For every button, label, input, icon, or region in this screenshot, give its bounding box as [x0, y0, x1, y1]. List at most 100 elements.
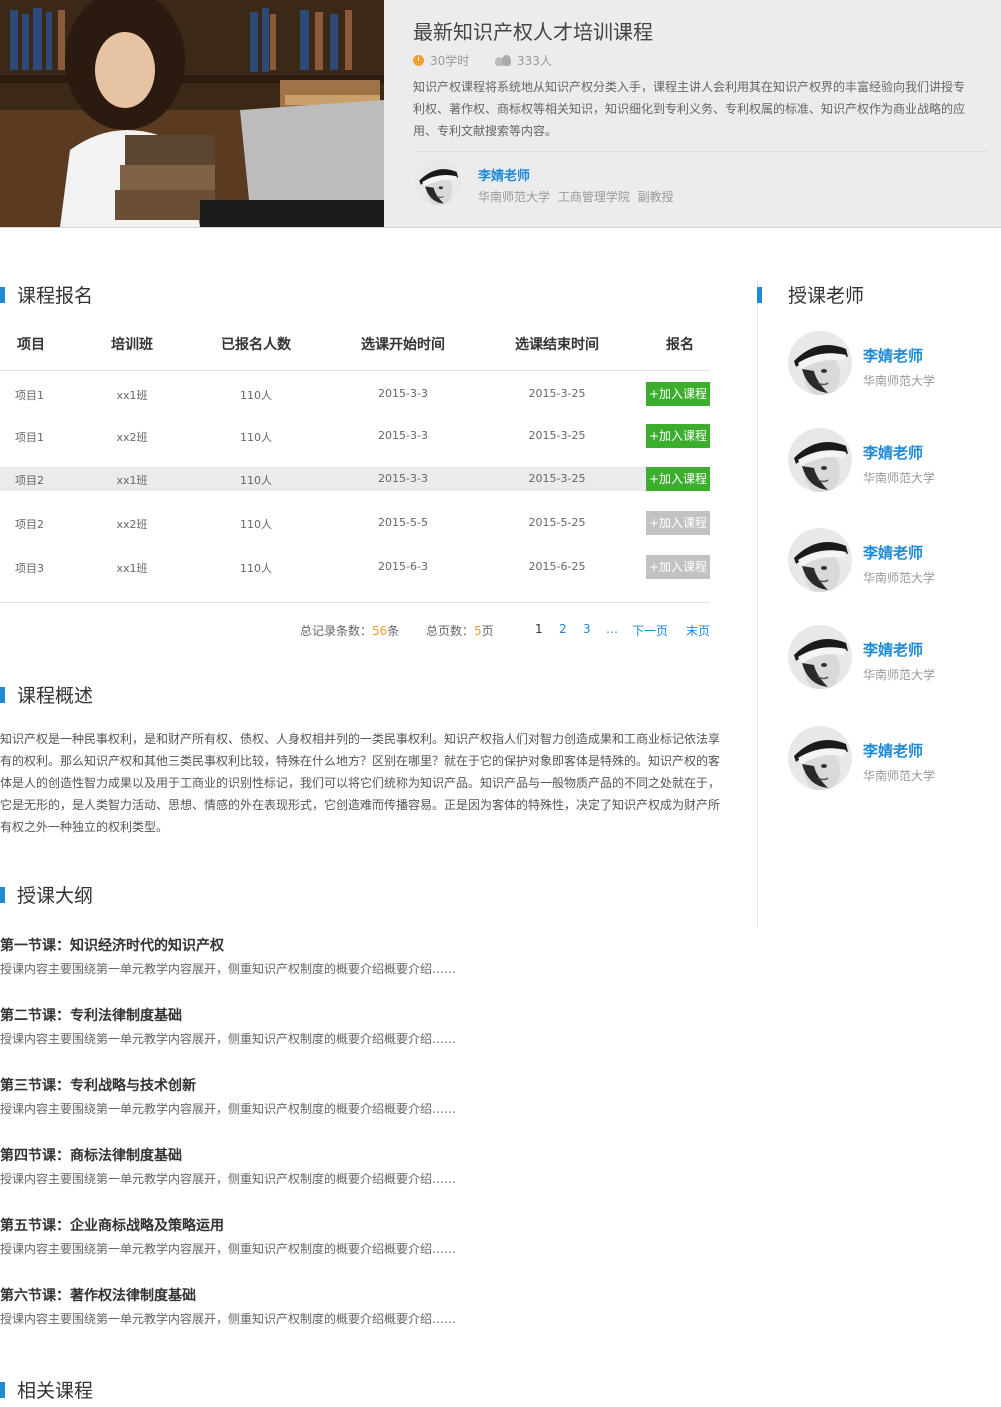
- divider: [413, 151, 988, 152]
- cell-end: 2015-3-25: [528, 472, 586, 485]
- cell-count: 110人: [240, 562, 272, 575]
- cell-count: 110人: [240, 518, 272, 531]
- join-course-button[interactable]: +加入课程: [646, 382, 710, 406]
- section-heading-related: 相关课程: [0, 1376, 93, 1403]
- join-course-button[interactable]: +加入课程: [646, 424, 710, 448]
- people-icon: [495, 55, 511, 66]
- lesson-title[interactable]: 第一节课：知识经济时代的知识产权: [0, 935, 224, 955]
- teacher-name-link[interactable]: 李婧老师: [478, 165, 530, 184]
- teacher-school: 华南师范大学: [863, 471, 936, 485]
- column-header: 项目: [17, 337, 45, 353]
- page-2-link[interactable]: 2: [559, 622, 567, 636]
- next-page-link[interactable]: 下一页: [632, 622, 668, 639]
- total-pages: 总页数：5页: [426, 624, 494, 638]
- teacher-avatar[interactable]: [788, 726, 852, 790]
- course-title: 最新知识产权人才培训课程: [413, 20, 653, 44]
- teacher-avatar[interactable]: [788, 528, 852, 592]
- lesson-title[interactable]: 第四节课：商标法律制度基础: [0, 1145, 182, 1165]
- column-header: 选课结束时间: [515, 337, 599, 353]
- teacher-avatar[interactable]: [788, 625, 852, 689]
- cell-start: 2015-5-5: [378, 516, 428, 529]
- table-row: 项目3 xx1班 110人 2015-6-3 2015-6-25 +加入课程: [0, 555, 710, 579]
- teacher-affiliation: 华南师范大学 工商管理学院 副教授: [478, 190, 674, 204]
- lesson-description: 授课内容主要围绕第一单元教学内容展开，侧重知识产权制度的概要介绍概要介绍……: [0, 1312, 457, 1326]
- teacher-school: 华南师范大学: [863, 769, 936, 783]
- cell-start: 2015-3-3: [378, 472, 428, 485]
- cell-class: xx2班: [116, 518, 148, 531]
- table-divider: [0, 370, 710, 371]
- cell-project: 项目2: [15, 474, 44, 487]
- column-header: 培训班: [111, 337, 153, 353]
- teacher-name-link[interactable]: 李婧老师: [863, 639, 923, 660]
- join-course-button[interactable]: +加入课程: [646, 511, 710, 535]
- teacher-avatar[interactable]: [415, 159, 461, 205]
- join-course-button[interactable]: +加入课程: [646, 467, 710, 491]
- teacher-name-link[interactable]: 李婧老师: [863, 740, 923, 761]
- page-1-link[interactable]: 1: [535, 622, 543, 636]
- heading-text: 相关课程: [17, 1380, 94, 1402]
- lesson-description: 授课内容主要围绕第一单元教学内容展开，侧重知识产权制度的概要介绍概要介绍……: [0, 962, 457, 976]
- cell-class: xx1班: [116, 562, 148, 575]
- teacher-school: 华南师范大学: [863, 571, 936, 585]
- cell-start: 2015-3-3: [378, 429, 428, 442]
- heading-marker: [0, 886, 5, 903]
- column-header: 报名: [666, 337, 694, 353]
- course-students: 333人: [495, 52, 552, 69]
- heading-marker: [0, 286, 5, 303]
- teacher-school: 华南师范大学: [863, 668, 936, 682]
- lesson-description: 授课内容主要围绕第一单元教学内容展开，侧重知识产权制度的概要介绍概要介绍……: [0, 1032, 457, 1046]
- heading-marker: [757, 286, 762, 303]
- cell-end: 2015-3-25: [528, 387, 586, 400]
- cell-project: 项目1: [15, 431, 44, 444]
- heading-marker: [0, 1381, 5, 1398]
- lesson-title[interactable]: 第三节课：专利战略与技术创新: [0, 1075, 196, 1095]
- lesson-description: 授课内容主要围绕第一单元教学内容展开，侧重知识产权制度的概要介绍概要介绍……: [0, 1102, 457, 1116]
- last-page-link[interactable]: 末页: [686, 622, 710, 639]
- heading-text: 课程概述: [17, 685, 94, 707]
- cell-count: 110人: [240, 474, 272, 487]
- table-row: 项目2 xx2班 110人 2015-5-5 2015-5-25 +加入课程: [0, 511, 710, 535]
- cell-class: xx2班: [116, 431, 148, 444]
- table-row: 项目1 xx2班 110人 2015-3-3 2015-3-25 +加入课程: [0, 424, 710, 448]
- page-3-link[interactable]: 3: [583, 622, 591, 636]
- course-cover-image: [0, 0, 384, 227]
- section-heading-teachers: 授课老师: [757, 281, 864, 308]
- teacher-school: 华南师范大学: [863, 374, 936, 388]
- cell-count: 110人: [240, 389, 272, 402]
- cell-class: xx1班: [116, 474, 148, 487]
- students-text: 333人: [517, 54, 552, 68]
- cell-project: 项目1: [15, 389, 44, 402]
- lesson-title[interactable]: 第二节课：专利法律制度基础: [0, 1005, 182, 1025]
- teacher-avatar[interactable]: [788, 428, 852, 492]
- cell-end: 2015-6-25: [528, 560, 586, 573]
- cell-class: xx1班: [116, 389, 148, 402]
- heading-marker: [0, 686, 5, 703]
- sidebar-divider: [757, 280, 758, 928]
- lesson-description: 授课内容主要围绕第一单元教学内容展开，侧重知识产权制度的概要介绍概要介绍……: [0, 1172, 457, 1186]
- cell-project: 项目2: [15, 518, 44, 531]
- cell-project: 项目3: [15, 562, 44, 575]
- column-header: 选课开始时间: [361, 337, 445, 353]
- teacher-name-link[interactable]: 李婧老师: [863, 442, 923, 463]
- teacher-name-link[interactable]: 李婧老师: [863, 345, 923, 366]
- course-description: 知识产权课程将系统地从知识产权分类入手，课程主讲人会利用其在知识产权界的丰富经验…: [413, 80, 966, 138]
- course-hours: 30学时: [413, 52, 469, 69]
- course-header: 最新知识产权人才培训课程 30学时 333人 知识产权课程将系统地从知识产权分类…: [0, 0, 1001, 228]
- teacher-avatar[interactable]: [788, 331, 852, 395]
- lesson-title[interactable]: 第六节课：著作权法律制度基础: [0, 1285, 196, 1305]
- cell-start: 2015-3-3: [378, 387, 428, 400]
- section-heading-syllabus: 授课大纲: [0, 881, 93, 908]
- clock-icon: [413, 55, 424, 66]
- cell-end: 2015-3-25: [528, 429, 586, 442]
- cell-count: 110人: [240, 431, 272, 444]
- join-course-button[interactable]: +加入课程: [646, 555, 710, 579]
- cell-start: 2015-6-3: [378, 560, 428, 573]
- teacher-name-link[interactable]: 李婧老师: [863, 542, 923, 563]
- cell-end: 2015-5-25: [528, 516, 586, 529]
- lesson-description: 授课内容主要围绕第一单元教学内容展开，侧重知识产权制度的概要介绍概要介绍……: [0, 1242, 457, 1256]
- lesson-title[interactable]: 第五节课：企业商标战略及策略运用: [0, 1215, 224, 1235]
- heading-text: 课程报名: [17, 285, 94, 307]
- page-ellipsis: …: [606, 622, 618, 636]
- table-divider: [0, 602, 710, 603]
- column-header: 已报名人数: [221, 337, 291, 353]
